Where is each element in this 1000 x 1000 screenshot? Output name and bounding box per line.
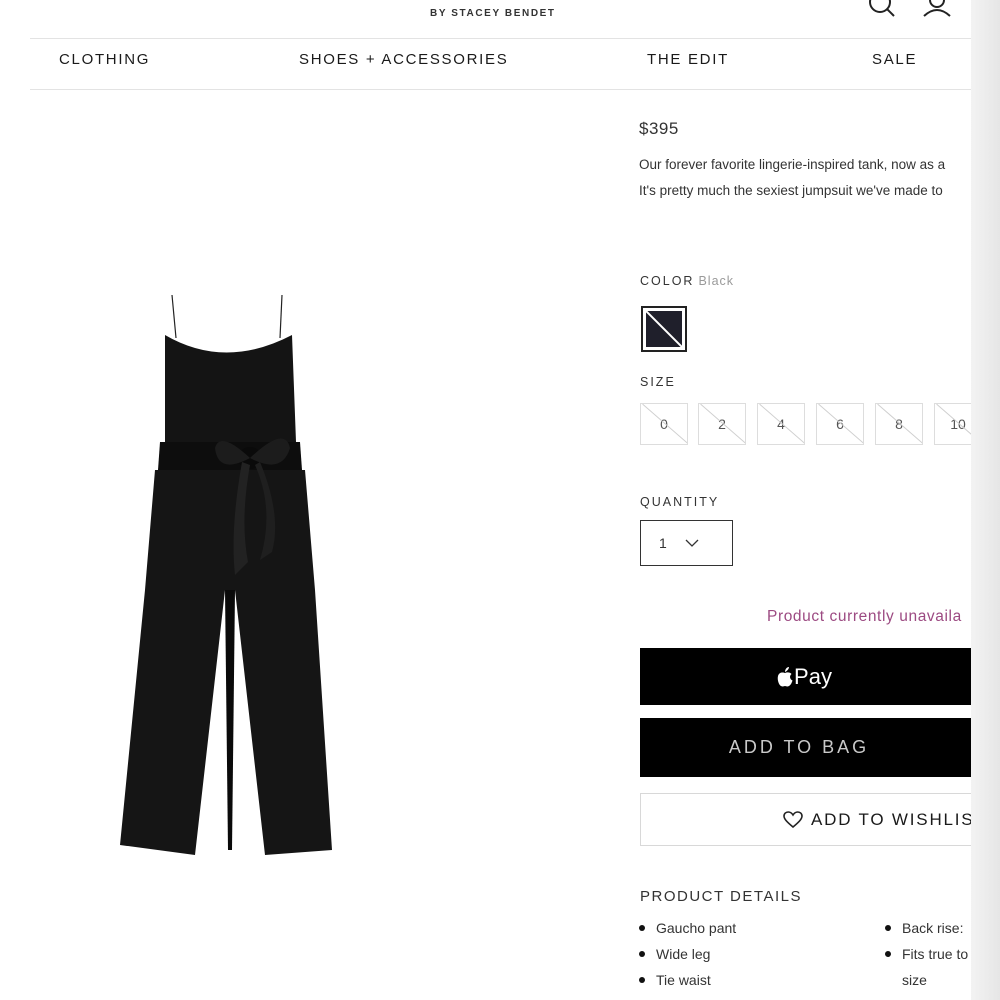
size-option-10[interactable]: 10	[934, 403, 971, 445]
product-description: Our forever favorite lingerie-inspired t…	[639, 152, 971, 204]
nav-item-sale[interactable]: SALE	[872, 51, 917, 68]
apple-pay-label: Pay	[794, 663, 832, 689]
detail-item: Gaucho pant	[638, 917, 736, 943]
quantity-value: 1	[659, 535, 667, 551]
detail-item: Tie waist	[638, 969, 736, 995]
color-value: Black	[698, 274, 735, 288]
detail-item: Back rise:	[884, 917, 968, 943]
description-line-1: Our forever favorite lingerie-inspired t…	[639, 157, 946, 172]
nav-item-shoes-accessories[interactable]: SHOES + ACCESSORIES	[299, 51, 508, 68]
swatch-fill	[646, 311, 682, 347]
quantity-select[interactable]: 1	[640, 520, 733, 566]
heart-icon	[783, 810, 803, 828]
size-option-8[interactable]: 8	[875, 403, 923, 445]
size-option-4[interactable]: 4	[757, 403, 805, 445]
availability-status: Product currently unavaila	[767, 608, 962, 625]
detail-item-continued: size	[902, 972, 927, 988]
color-swatch-black[interactable]	[641, 306, 687, 352]
quantity-label: QUANTITY	[640, 495, 720, 509]
detail-item: Fits true to	[884, 943, 968, 969]
apple-logo-icon	[777, 666, 793, 686]
chevron-down-icon	[685, 539, 699, 547]
product-details-title: PRODUCT DETAILS	[640, 888, 802, 905]
detail-item: Wide leg	[638, 943, 736, 969]
details-list-left: Gaucho pant Wide leg Tie waist	[638, 917, 736, 995]
size-option-2[interactable]: 2	[698, 403, 746, 445]
size-options: 0 2 4 6 8 10	[640, 403, 971, 447]
account-icon[interactable]	[922, 0, 952, 22]
color-label: COLOR	[640, 274, 695, 288]
size-option-0[interactable]: 0	[640, 403, 688, 445]
size-label: SIZE	[640, 375, 676, 389]
size-option-6[interactable]: 6	[816, 403, 864, 445]
nav-item-the-edit[interactable]: THE EDIT	[647, 51, 729, 68]
add-to-bag-button[interactable]: ADD TO BAG	[640, 718, 980, 777]
color-label-row: COLOR Black	[640, 274, 734, 288]
search-icon[interactable]	[866, 0, 896, 22]
main-nav: CLOTHING SHOES + ACCESSORIES THE EDIT SA…	[30, 38, 971, 90]
brand-subtitle: BY STACEY BENDET	[430, 8, 556, 19]
wishlist-label: ADD TO WISHLIS	[811, 809, 975, 829]
nav-item-clothing[interactable]: CLOTHING	[59, 51, 150, 68]
description-line-2: It's pretty much the sexiest jumpsuit we…	[639, 183, 943, 198]
product-image[interactable]	[110, 290, 350, 870]
add-to-bag-label: ADD TO BAG	[728, 737, 870, 757]
add-to-wishlist-button[interactable]: ADD TO WISHLIS	[640, 793, 980, 846]
apple-pay-button[interactable]: Pay	[640, 648, 980, 705]
product-price: $395	[639, 119, 679, 138]
header-icons	[864, 0, 974, 22]
right-edge-fade	[971, 0, 1000, 1000]
details-list-right: Back rise: Fits true to size	[884, 917, 968, 995]
